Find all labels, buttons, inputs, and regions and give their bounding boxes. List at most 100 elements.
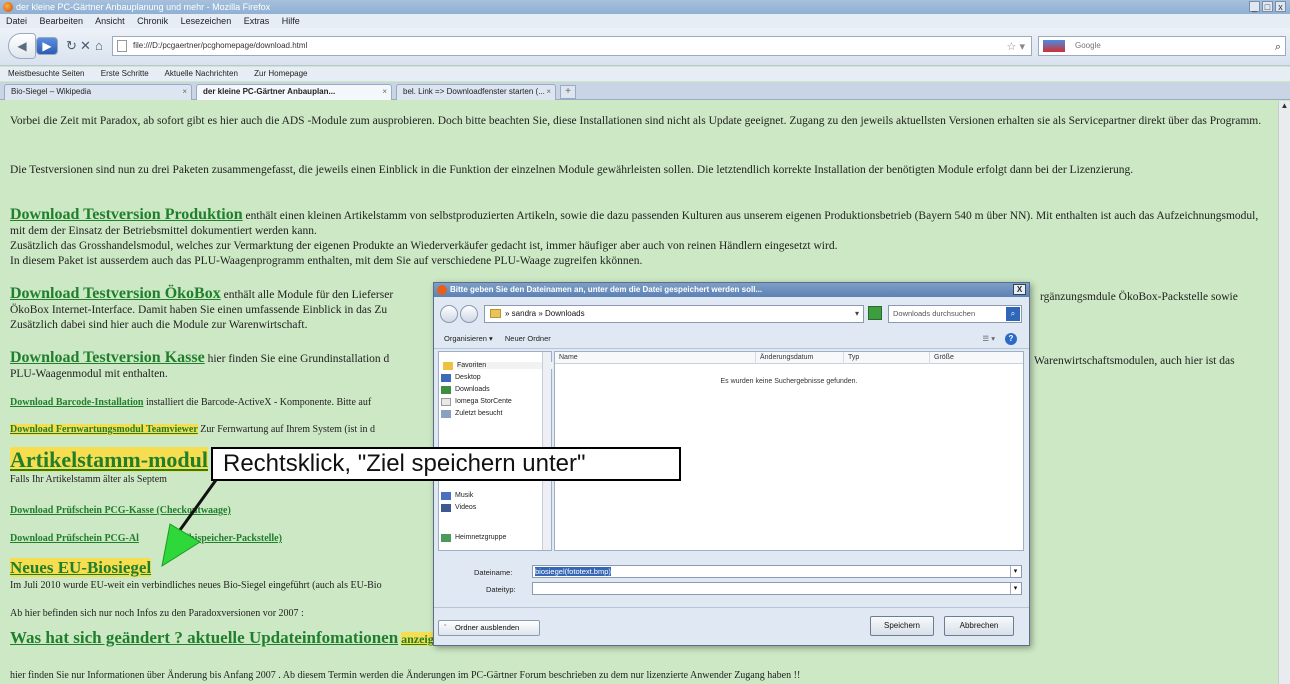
artikelstamm-text: Falls Ihr Artikelstamm älter als Septem: [10, 474, 167, 485]
bookmark-star-icon[interactable]: ☆ ▾: [1007, 38, 1025, 56]
save-button[interactable]: Speichern: [870, 616, 934, 636]
sidebar-item-heimnetzgruppe[interactable]: Heimnetzgruppe: [441, 534, 507, 542]
dialog-forward-button[interactable]: [460, 305, 478, 323]
close-tab-icon[interactable]: ×: [182, 85, 187, 99]
bookmark-meistbesuchte[interactable]: Meistbesuchte Seiten: [8, 69, 85, 78]
dialog-search-placeholder: Downloads durchsuchen: [893, 309, 976, 318]
column-type[interactable]: Typ: [843, 352, 929, 364]
close-tab-icon[interactable]: ×: [382, 85, 387, 99]
oekobox-text-2: ÖkoBox Internet-Interface. Damit haben S…: [10, 304, 388, 316]
bookmark-erste-schritte[interactable]: Erste Schritte: [101, 69, 149, 78]
navigation-toolbar: ◀ ▶ ↻ ✕ ⌂ file:///D:/pcgaertner/pcghomep…: [0, 28, 1290, 66]
sidebar-item-videos[interactable]: Videos: [441, 504, 477, 512]
chevron-down-icon[interactable]: ▾: [1010, 566, 1020, 577]
kasse-text: hier finden Sie eine Grundinstallation d: [204, 353, 390, 365]
menu-bearbeiten[interactable]: Bearbeiten: [40, 16, 84, 26]
google-icon[interactable]: [1043, 40, 1065, 52]
filename-input[interactable]: biosiegel(fototext.bmp) ▾: [532, 565, 1022, 578]
hide-folders-label: Ordner ausblenden: [455, 623, 520, 632]
stop-icon[interactable]: ✕: [80, 38, 91, 54]
views-icon[interactable]: ☰ ▾: [982, 329, 995, 349]
dialog-search-input[interactable]: Downloads durchsuchen ⌕: [888, 305, 1022, 323]
filetype-select[interactable]: ▾: [532, 582, 1022, 595]
homegroup-icon: [441, 534, 451, 542]
sidebar-item-iomega[interactable]: Iomega StorCente: [441, 398, 512, 406]
download-oekobox-link[interactable]: Download Testversion ÖkoBox: [10, 285, 221, 302]
sidebar-item-zuletzt[interactable]: Zuletzt besucht: [441, 410, 503, 418]
home-icon[interactable]: ⌂: [95, 38, 103, 53]
column-size[interactable]: Größe: [929, 352, 1023, 364]
url-bar[interactable]: file:///D:/pcgaertner/pcghomepage/downlo…: [112, 36, 1032, 56]
download-kasse-link[interactable]: Download Testversion Kasse: [10, 349, 205, 366]
new-tab-button[interactable]: +: [560, 85, 576, 99]
help-icon[interactable]: ?: [1005, 333, 1017, 345]
downloads-icon: [441, 386, 451, 394]
bookmark-aktuelle-nachrichten[interactable]: Aktuelle Nachrichten: [165, 69, 238, 78]
dialog-back-button[interactable]: [440, 305, 458, 323]
download-pruef-al-link[interactable]: Download Prüfschein PCG-Al: [10, 533, 139, 544]
hide-folders-button[interactable]: ˆ Ordner ausblenden: [438, 620, 540, 636]
forward-button[interactable]: ▶: [36, 37, 58, 55]
fernwartung-section: Download Fernwartungsmodul Teamviewer Zu…: [10, 422, 440, 437]
search-icon[interactable]: ⌕: [1275, 38, 1281, 56]
sidebar-item-downloads[interactable]: Downloads: [441, 386, 490, 394]
tab-bio-siegel[interactable]: Bio-Siegel – Wikipedia ×: [4, 84, 192, 100]
organize-button[interactable]: Organisieren ▾: [444, 334, 493, 343]
column-date[interactable]: Änderungsdatum: [755, 352, 843, 364]
chevron-up-icon: ˆ: [444, 623, 447, 632]
bookmark-zur-homepage[interactable]: Zur Homepage: [254, 69, 307, 78]
dialog-path-bar[interactable]: » sandra » Downloads ▾: [484, 305, 864, 323]
minimize-button[interactable]: _: [1249, 1, 1260, 12]
page-icon: [441, 398, 451, 406]
page-icon: [117, 40, 127, 52]
download-produktion-link[interactable]: Download Testversion Produktion: [10, 206, 243, 223]
download-barcode-link[interactable]: Download Barcode-Installation: [10, 397, 143, 408]
oekobox-text-right: rgänzungsmdule ÖkoBox-Packstelle sowie: [1040, 291, 1238, 303]
menu-datei[interactable]: Datei: [6, 16, 27, 26]
menu-bar: Datei Bearbeiten Ansicht Chronik Lesezei…: [0, 14, 1290, 28]
empty-message: Es wurden keine Suchergebnisse gefunden.: [720, 378, 858, 385]
oekobox-text-3: Zusätzlich dabei sind hier auch die Modu…: [10, 319, 308, 331]
tab-bar: Bio-Siegel – Wikipedia × der kleine PC-Gä…: [0, 82, 1290, 100]
download-fernwartung-link[interactable]: Download Fernwartungsmodul Teamviewer: [10, 424, 198, 435]
artikelstamm-heading[interactable]: Artikelstamm-modul: [10, 447, 208, 472]
eu-biosiegel-heading[interactable]: Neues EU-Biosiegel: [10, 558, 152, 577]
sidebar-label: Musik: [455, 492, 474, 499]
was-hat-sich-geaendert-link[interactable]: Was hat sich geändert ? aktuelle Updatei…: [10, 628, 398, 647]
new-folder-button[interactable]: Neuer Ordner: [505, 334, 551, 343]
search-box[interactable]: Google ⌕: [1038, 36, 1286, 56]
search-icon[interactable]: ⌕: [1006, 307, 1020, 321]
chevron-down-icon[interactable]: ▾: [1010, 583, 1020, 594]
dialog-close-button[interactable]: X: [1013, 284, 1026, 295]
menu-extras[interactable]: Extras: [244, 16, 270, 26]
sidebar-item-desktop[interactable]: Desktop: [441, 374, 481, 382]
close-window-button[interactable]: x: [1275, 1, 1286, 12]
menu-hilfe[interactable]: Hilfe: [282, 16, 300, 26]
sidebar-label: Videos: [455, 504, 477, 511]
produktion-text-3: In diesem Paket ist ausserdem auch das P…: [10, 255, 643, 267]
column-name[interactable]: Name: [555, 352, 755, 364]
cancel-button[interactable]: Abbrechen: [944, 616, 1014, 636]
tab-label: Bio-Siegel – Wikipedia: [11, 87, 92, 96]
reload-icon[interactable]: ↻: [66, 38, 77, 54]
sidebar-item-favoriten[interactable]: Favoriten: [443, 362, 553, 370]
oekobox-text: enthält alle Module für den Lieferser: [220, 289, 394, 301]
back-button[interactable]: ◀: [8, 33, 36, 59]
annotation-callout: Rechtsklick, "Ziel speichern unter": [211, 447, 681, 481]
menu-lesezeichen[interactable]: Lesezeichen: [181, 16, 232, 26]
sidebar-item-musik[interactable]: Musik: [441, 492, 474, 500]
menu-chronik[interactable]: Chronik: [137, 16, 168, 26]
sidebar-label: Heimnetzgruppe: [455, 534, 507, 541]
refresh-icon[interactable]: [868, 306, 882, 320]
tab-downloadfenster[interactable]: bel. Link => Downloadfenster starten (..…: [396, 84, 556, 100]
firefox-icon: [3, 2, 13, 12]
page-scrollbar[interactable]: ▲: [1278, 101, 1290, 684]
close-tab-icon[interactable]: ×: [546, 85, 551, 99]
menu-ansicht[interactable]: Ansicht: [95, 16, 125, 26]
sidebar-label: Zuletzt besucht: [455, 410, 503, 417]
barcode-text: installiert die Barcode-ActiveX - Kompon…: [143, 397, 372, 408]
chevron-down-icon[interactable]: ▾: [855, 306, 859, 322]
sidebar-label: Downloads: [455, 386, 490, 393]
tab-pc-gaertner[interactable]: der kleine PC-Gärtner Anbauplan... ×: [196, 84, 392, 100]
maximize-button[interactable]: □: [1262, 1, 1273, 12]
